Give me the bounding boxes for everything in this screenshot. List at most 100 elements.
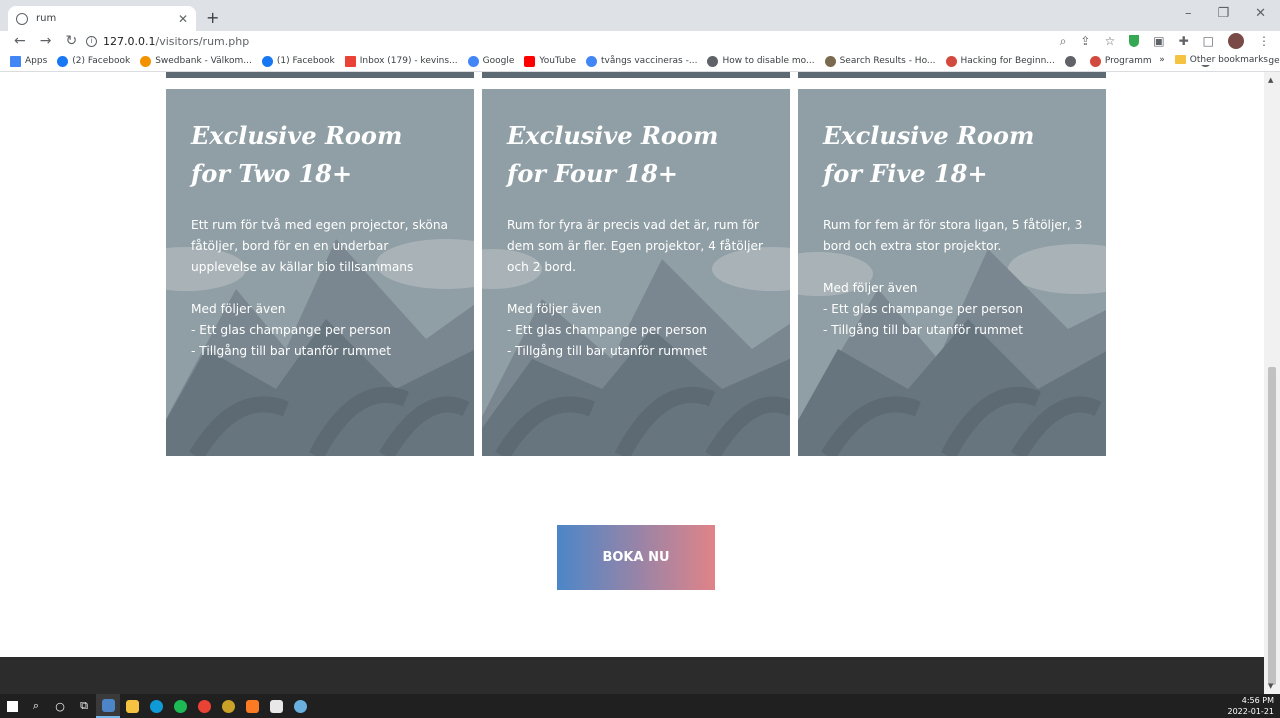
browser-tab-bar: rum ✕ + – ❐ ✕ — [0, 0, 1280, 31]
info-icon[interactable]: i — [86, 35, 97, 47]
extension-icon[interactable]: ▣ — [1153, 34, 1164, 48]
room-title-line: Exclusive Room — [507, 121, 719, 150]
site-icon — [945, 55, 957, 67]
other-bookmarks-folder[interactable]: Other bookmarks — [1174, 55, 1268, 65]
taskbar-app[interactable] — [96, 694, 120, 718]
system-clock[interactable]: 4:56 PM 2022-01-21 — [1228, 695, 1275, 717]
shield-extension-icon[interactable] — [1129, 35, 1140, 47]
app-icon — [101, 698, 115, 712]
bookmark-item[interactable]: YouTube — [524, 55, 577, 67]
bookmark-item[interactable]: Apps — [10, 55, 48, 67]
bookmark-label: Apps — [25, 56, 48, 66]
windows-logo-icon — [6, 700, 18, 712]
clock-time: 4:56 PM — [1241, 696, 1274, 705]
room-title-line: for Five 18+ — [823, 159, 988, 188]
bookmark-label: Hacking for Beginn... — [960, 56, 1055, 66]
bookmark-item[interactable]: Swedbank - Välkom... — [140, 55, 252, 67]
bookmark-item[interactable]: (1) Facebook — [261, 55, 335, 67]
taskbar-app[interactable] — [216, 694, 240, 718]
folder-icon — [1174, 55, 1186, 64]
zoom-icon[interactable]: ⌕ — [1060, 34, 1067, 49]
taskbar-app[interactable] — [288, 694, 312, 718]
bookmark-item[interactable] — [1064, 55, 1080, 67]
scroll-up-icon[interactable]: ▲ — [1268, 76, 1273, 84]
bookmark-label: YouTube — [539, 56, 577, 66]
menu-icon[interactable]: ⋮ — [1258, 34, 1270, 48]
scrollbar-thumb[interactable] — [1268, 367, 1276, 685]
google-icon — [467, 55, 479, 67]
globe-icon — [707, 55, 719, 67]
bookmark-item[interactable]: Hacking for Beginn... — [945, 55, 1055, 67]
gmail-icon — [344, 55, 356, 67]
bookmark-item[interactable]: How to disable mo... — [707, 55, 815, 67]
avatar[interactable] — [1228, 33, 1244, 49]
browser-toolbar: ← → ↻ i 127.0.0.1/visitors/rum.php ⌕ ⇪ ☆… — [0, 31, 1280, 51]
bookmark-label: (2) Facebook — [72, 56, 131, 66]
page-scrollbar[interactable]: ▲ ▼ — [1264, 72, 1280, 694]
room-card-two: Exclusive Room for Two 18+ Ett rum för tv… — [166, 89, 474, 456]
back-icon[interactable]: ← — [14, 33, 26, 49]
book-now-button[interactable]: BOKA NU — [557, 525, 715, 590]
address-bar[interactable]: i 127.0.0.1/visitors/rum.php — [86, 31, 249, 51]
room-description: Rum for fem är för stora ligan, 5 fåtölj… — [823, 218, 1083, 253]
search-button[interactable]: ⌕ — [24, 694, 48, 718]
taskbar-app[interactable] — [240, 694, 264, 718]
globe-icon — [16, 12, 28, 25]
paint-icon — [293, 699, 307, 713]
globe-icon — [1064, 55, 1076, 67]
spotify-icon — [173, 699, 187, 713]
bookmark-label: How to disable mo... — [722, 56, 815, 66]
previous-card-edge — [482, 72, 790, 78]
star-icon[interactable]: ☆ — [1104, 34, 1115, 48]
bookmark-label: Inbox (179) - kevins... — [359, 56, 458, 66]
more-bookmarks-button[interactable]: » — [1159, 55, 1165, 65]
room-card-four: Exclusive Room for Four 18+ Rum for fyra … — [482, 89, 790, 456]
clock-date: 2022-01-21 — [1227, 707, 1275, 716]
file-explorer-icon — [125, 699, 139, 713]
url-host: 127.0.0.1 — [103, 34, 156, 48]
room-title: Exclusive Room for Five 18+ — [823, 117, 1086, 193]
close-window-icon[interactable]: ✕ — [1255, 6, 1266, 21]
include-item: - Tillgång till bar utanför rummet — [823, 323, 1024, 337]
taskbar-app[interactable] — [192, 694, 216, 718]
taskbar-app[interactable] — [120, 694, 144, 718]
include-item: - Ett glas champange per person — [823, 302, 1023, 316]
include-item: - Ett glas champange per person — [191, 323, 391, 337]
bookmark-item[interactable]: tvångs vaccineras -... — [586, 55, 697, 67]
taskbar-app[interactable] — [264, 694, 288, 718]
forward-icon[interactable]: → — [40, 33, 52, 49]
xampp-icon — [245, 699, 259, 713]
reload-icon[interactable]: ↻ — [65, 33, 77, 49]
task-view-button[interactable]: ⧉ — [72, 694, 96, 718]
bookmark-item[interactable]: Google — [467, 55, 514, 67]
cortana-button[interactable]: ○ — [48, 694, 72, 718]
taskbar-app[interactable] — [168, 694, 192, 718]
includes-heading: Med följer även — [823, 281, 918, 295]
site-icon — [1089, 55, 1101, 67]
room-title-line: for Four 18+ — [507, 159, 679, 188]
taskbar-app[interactable] — [144, 694, 168, 718]
edge-icon — [149, 699, 163, 713]
start-button[interactable] — [0, 694, 24, 718]
browser-tab[interactable]: rum ✕ — [8, 6, 196, 31]
close-icon[interactable]: ✕ — [178, 12, 188, 26]
room-title-line: for Two 18+ — [191, 159, 353, 188]
share-icon[interactable]: ⇪ — [1080, 34, 1090, 48]
room-title: Exclusive Room for Four 18+ — [507, 117, 770, 193]
room-card-content: Exclusive Room for Five 18+ Rum for fem ä… — [823, 117, 1086, 341]
include-item: - Tillgång till bar utanför rummet — [507, 344, 708, 358]
bookmark-item[interactable]: (2) Facebook — [57, 55, 131, 67]
scroll-down-icon[interactable]: ▼ — [1268, 682, 1273, 690]
sidepanel-icon[interactable]: □ — [1203, 34, 1214, 48]
restore-icon[interactable]: ❐ — [1217, 6, 1229, 21]
bookmark-item[interactable]: Search Results - Ho... — [824, 55, 936, 67]
facebook-icon — [57, 55, 69, 67]
room-description: Ett rum för två med egen projector, skön… — [191, 218, 449, 274]
puzzle-icon[interactable]: ✚ — [1179, 34, 1189, 48]
windows-taskbar: ⌕ ○ ⧉ 4:56 PM 2022-01-21 — [0, 694, 1280, 718]
bookmarks-overflow: » Other bookmarks — [1151, 55, 1268, 65]
bookmark-item[interactable]: Inbox (179) - kevins... — [344, 55, 458, 67]
window-controls: – ❐ ✕ — [1185, 6, 1266, 21]
new-tab-button[interactable]: + — [206, 8, 219, 27]
minimize-icon[interactable]: – — [1185, 6, 1192, 21]
